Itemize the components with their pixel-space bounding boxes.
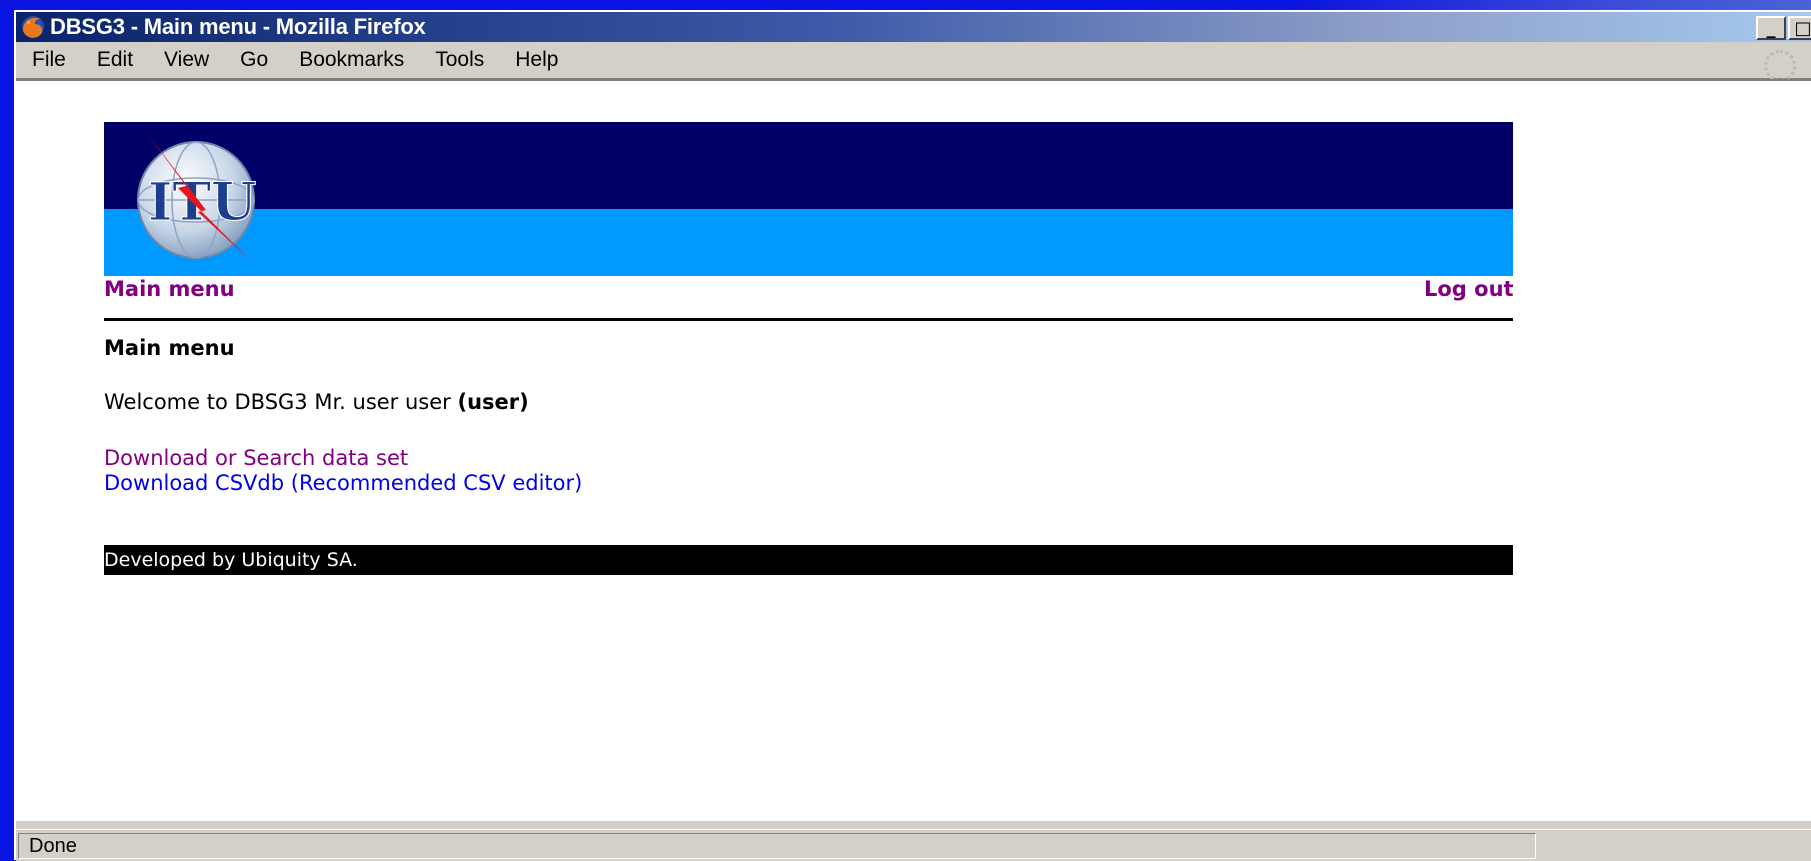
menu-bar: File Edit View Go Bookmarks Tools Help: [16, 42, 1811, 79]
svg-text:ITU: ITU: [148, 172, 256, 233]
welcome-text: Welcome to DBSG3 Mr. user user: [104, 390, 458, 414]
download-search-link[interactable]: Download or Search data set: [104, 446, 408, 470]
divider: [104, 318, 1513, 321]
footer-bar: Developed by Ubiquity SA.: [104, 545, 1513, 575]
itu-banner: ITU: [104, 122, 1513, 276]
menu-go[interactable]: Go: [240, 48, 268, 72]
menu-bookmarks[interactable]: Bookmarks: [299, 48, 404, 72]
welcome-message: Welcome to DBSG3 Mr. user user (user): [104, 390, 529, 414]
browser-window: DBSG3 - Main menu - Mozilla Firefox _ □ …: [14, 10, 1811, 861]
firefox-icon: [22, 16, 44, 38]
menu-file[interactable]: File: [32, 48, 66, 72]
download-csvdb-link[interactable]: Download CSVdb (Recommended CSV editor): [104, 471, 582, 495]
menu-view[interactable]: View: [164, 48, 209, 72]
maximize-button[interactable]: □: [1788, 16, 1811, 40]
minimize-button[interactable]: _: [1756, 16, 1786, 40]
menu-edit[interactable]: Edit: [97, 48, 133, 72]
banner-dark-band: [104, 122, 1513, 209]
window-title: DBSG3 - Main menu - Mozilla Firefox: [50, 14, 426, 39]
menu-help[interactable]: Help: [515, 48, 558, 72]
main-menu-link[interactable]: Main menu: [104, 277, 235, 301]
throbber-icon: [1764, 50, 1796, 82]
window-controls: _ □ ✕: [1756, 16, 1811, 40]
banner-light-band: [104, 209, 1513, 276]
status-text: Done: [18, 833, 1536, 859]
title-bar[interactable]: DBSG3 - Main menu - Mozilla Firefox _ □ …: [16, 12, 1811, 42]
footer-text: Developed by Ubiquity SA.: [104, 549, 358, 571]
page-content: ITU Main menu Log out Main menu Welcome …: [16, 79, 1811, 821]
user-role: (user): [457, 390, 529, 414]
status-bar: Done: [16, 829, 1811, 861]
menu-tools[interactable]: Tools: [435, 48, 484, 72]
page-title: Main menu: [104, 336, 235, 360]
log-out-link[interactable]: Log out: [1424, 277, 1514, 301]
itu-logo-icon: ITU: [137, 132, 257, 260]
